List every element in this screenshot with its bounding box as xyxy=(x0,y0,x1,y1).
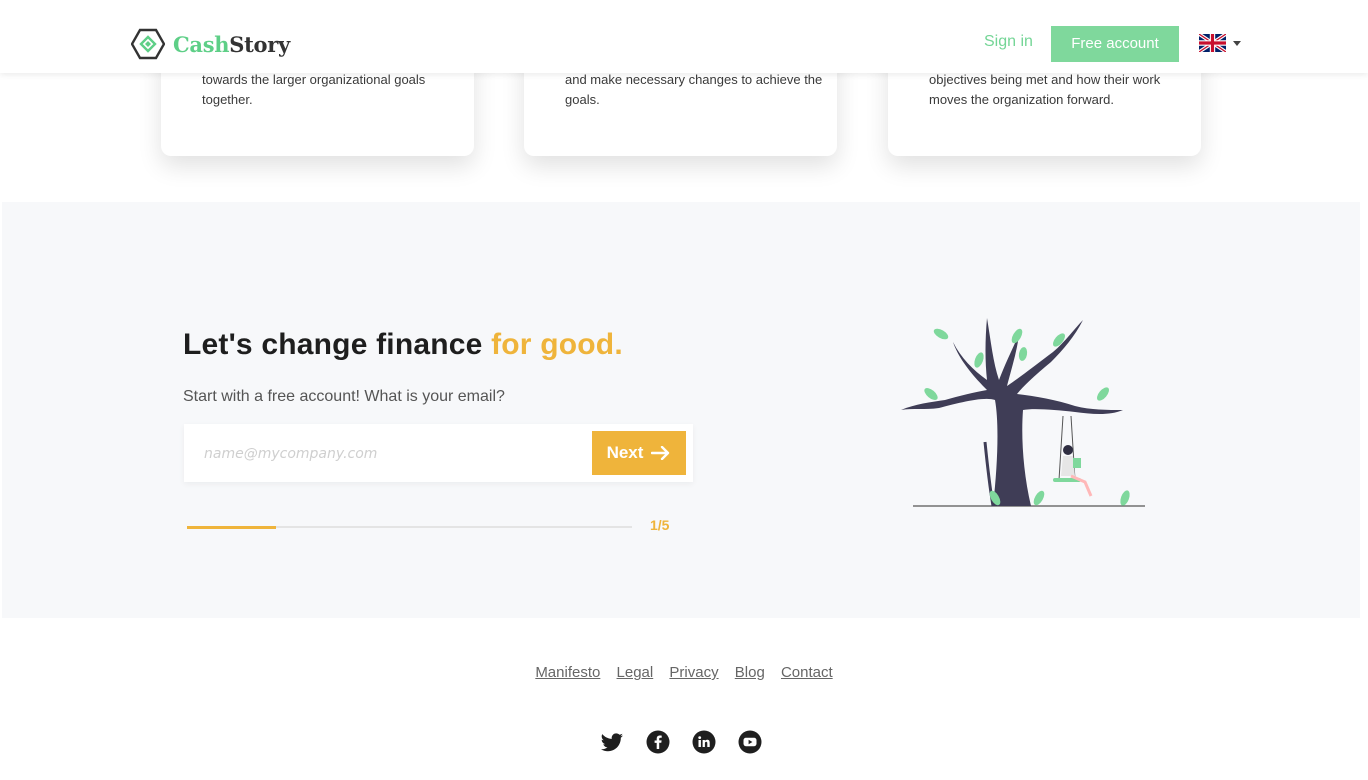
signup-progress-fill xyxy=(187,525,276,529)
cashstory-logo-icon xyxy=(131,28,165,60)
top-navigation: CashStory Sign in Free account xyxy=(0,0,1368,73)
facebook-icon[interactable] xyxy=(646,730,670,754)
next-button-label: Next xyxy=(606,443,644,462)
uk-flag-icon xyxy=(1199,34,1226,52)
signup-section xyxy=(2,202,1360,618)
feature-card-text: towards the larger organizational goals … xyxy=(202,72,426,107)
cashstory-logo[interactable]: CashStory xyxy=(131,28,290,60)
footer-links: Manifesto Legal Privacy Blog Contact xyxy=(0,664,1368,681)
signup-subline: Start with a free account! What is your … xyxy=(183,388,505,405)
email-input[interactable] xyxy=(202,442,586,466)
logo-wordmark: CashStory xyxy=(173,31,290,57)
chevron-down-icon xyxy=(1233,40,1241,46)
footer-link-privacy[interactable]: Privacy xyxy=(669,664,718,681)
social-links xyxy=(600,730,762,754)
footer-link-legal[interactable]: Legal xyxy=(617,664,654,681)
twitter-icon[interactable] xyxy=(600,730,624,754)
free-account-button[interactable]: Free account xyxy=(1051,26,1179,62)
feature-card-text: and make necessary changes to achieve th… xyxy=(565,72,823,107)
tree-swing-illustration xyxy=(901,318,1145,507)
footer-link-manifesto[interactable]: Manifesto xyxy=(535,664,600,681)
signup-headline: Let's change finance for good. xyxy=(183,328,623,361)
signup-progress-bar xyxy=(187,525,632,529)
language-selector[interactable] xyxy=(1199,34,1241,52)
footer-link-contact[interactable]: Contact xyxy=(781,664,833,681)
footer-link-blog[interactable]: Blog xyxy=(735,664,765,681)
next-button[interactable]: Next xyxy=(592,431,686,475)
email-form: Next xyxy=(184,424,693,482)
youtube-icon[interactable] xyxy=(738,730,762,754)
signup-progress-text: 1/5 xyxy=(650,517,670,533)
feature-card-text: objectives being met and how their work … xyxy=(929,72,1161,107)
sign-in-link[interactable]: Sign in xyxy=(984,33,1033,51)
arrow-right-icon xyxy=(651,446,670,460)
linkedin-icon[interactable] xyxy=(692,730,716,754)
headline-accent: for good. xyxy=(491,328,623,361)
